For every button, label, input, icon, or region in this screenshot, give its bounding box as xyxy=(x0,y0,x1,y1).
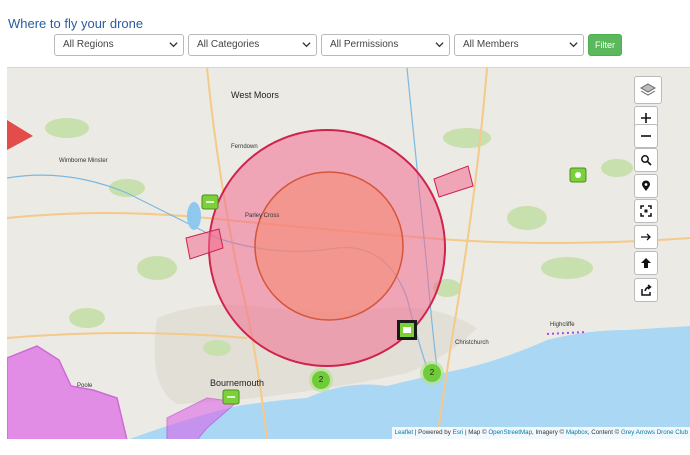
fullscreen-button[interactable] xyxy=(634,199,658,223)
runway-approach-east xyxy=(433,165,474,198)
leaflet-link[interactable]: Leaflet xyxy=(395,429,414,436)
members-select-value: All Members xyxy=(463,39,519,50)
marker-cluster[interactable]: 2 xyxy=(420,361,444,385)
plus-icon xyxy=(641,113,651,123)
layers-icon xyxy=(640,83,656,96)
lake xyxy=(187,202,201,230)
share-icon xyxy=(641,284,652,296)
poole-harbour-zone xyxy=(7,345,128,439)
attribution-text: | Powered by xyxy=(413,429,453,436)
selected-site-marker xyxy=(397,320,417,340)
layers-button[interactable] xyxy=(634,76,662,104)
place-label: Bournemouth xyxy=(210,378,265,388)
cluster-count: 2 xyxy=(423,364,441,382)
attribution-text: , Imagery © xyxy=(532,429,566,436)
categories-select-value: All Categories xyxy=(197,39,260,50)
attribution-text: , Content © xyxy=(587,429,621,436)
categories-select[interactable]: All Categories xyxy=(188,34,317,56)
map-pin-icon xyxy=(642,180,650,191)
search-icon xyxy=(641,155,652,166)
map-canvas[interactable]: West Moors Ferndown Wimborne Minster Par… xyxy=(7,67,690,439)
place-label: Parley Cross xyxy=(245,213,280,219)
forward-button[interactable] xyxy=(634,225,658,249)
attribution-text: | Map © xyxy=(463,429,489,436)
place-label: West Moors xyxy=(231,90,279,100)
share-button[interactable] xyxy=(634,278,658,302)
place-label: Highcliffe xyxy=(550,322,575,328)
mapbox-link[interactable]: Mapbox xyxy=(566,429,588,436)
osm-link[interactable]: OpenStreetMap xyxy=(488,429,532,436)
fullscreen-icon xyxy=(640,205,652,217)
map-attribution: Leaflet | Powered by Esri | Map © OpenSt… xyxy=(391,427,690,439)
locate-button[interactable] xyxy=(634,174,658,198)
regions-select-value: All Regions xyxy=(63,39,114,50)
minus-icon xyxy=(641,135,651,137)
page-title: Where to fly your drone xyxy=(8,16,144,31)
esri-link[interactable]: Esri xyxy=(453,429,464,436)
members-select[interactable]: All Members xyxy=(454,34,584,56)
launch-site-marker xyxy=(569,167,587,183)
launch-site-marker xyxy=(222,389,240,405)
arrow-up-icon xyxy=(641,258,651,268)
club-link[interactable]: Grey Arrows Drone Club xyxy=(621,429,688,436)
chevron-down-icon xyxy=(169,42,178,48)
map-base-layer xyxy=(7,68,690,439)
zoom-out-button[interactable] xyxy=(634,124,658,148)
place-label: Poole xyxy=(77,383,93,389)
regions-select[interactable]: All Regions xyxy=(54,34,184,56)
search-button[interactable] xyxy=(634,148,658,172)
launch-site-marker xyxy=(201,194,219,210)
place-label: Christchurch xyxy=(455,340,489,346)
permissions-select[interactable]: All Permissions xyxy=(321,34,450,56)
place-label: Ferndown xyxy=(231,144,258,150)
marker-cluster[interactable]: 2 xyxy=(309,368,333,392)
airport-inner-zone xyxy=(254,171,404,321)
arrow-right-icon xyxy=(641,233,651,241)
chevron-down-icon xyxy=(435,42,444,48)
filter-button[interactable]: Filter xyxy=(588,34,622,56)
restriction-zone-west xyxy=(7,120,33,150)
chevron-down-icon xyxy=(302,42,311,48)
north-button[interactable] xyxy=(634,251,658,275)
cluster-count: 2 xyxy=(312,371,330,389)
place-label: Wimborne Minster xyxy=(59,158,108,164)
chevron-down-icon xyxy=(569,42,578,48)
permissions-select-value: All Permissions xyxy=(330,39,399,50)
